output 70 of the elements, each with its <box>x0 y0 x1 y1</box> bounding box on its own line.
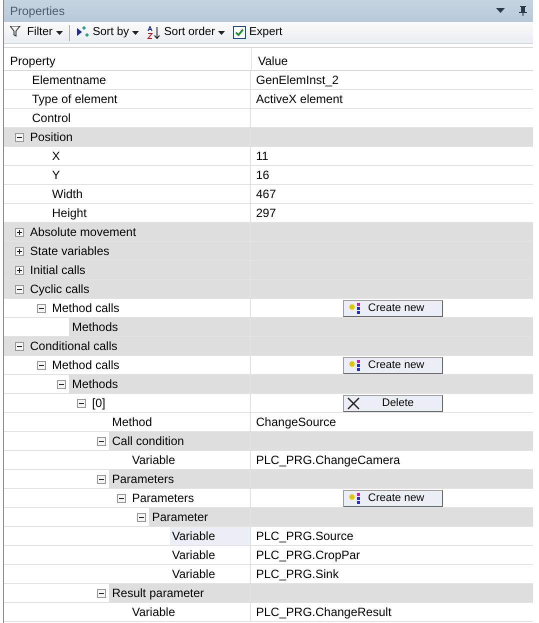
property-label[interactable]: Elementname <box>30 71 108 89</box>
dropdown-icon[interactable] <box>496 8 505 14</box>
property-value[interactable]: GenElemInst_2 <box>254 71 341 89</box>
property-label[interactable]: Y <box>50 166 62 184</box>
filter-button[interactable]: Filter <box>8 24 65 42</box>
pin-icon[interactable] <box>519 6 527 16</box>
expert-checkbox[interactable]: Expert <box>231 24 284 42</box>
expander-icon[interactable] <box>117 494 126 502</box>
sort-button[interactable]: Sort order <box>145 24 228 42</box>
expander-icon[interactable] <box>57 380 66 388</box>
sort-order-icon <box>147 26 161 39</box>
column-header[interactable]: Property <box>4 48 252 70</box>
property-label[interactable]: Variable <box>130 451 178 469</box>
create-icon <box>347 358 360 372</box>
property-value[interactable]: 16 <box>254 166 272 184</box>
expander-icon[interactable] <box>15 342 24 350</box>
expander-icon[interactable] <box>15 246 24 256</box>
sort-button[interactable]: Sort by <box>74 24 141 42</box>
expander-icon[interactable] <box>97 474 106 484</box>
expander-icon[interactable] <box>37 304 46 312</box>
property-value[interactable]: 467 <box>254 185 278 203</box>
property-label[interactable]: Height <box>50 204 89 222</box>
expander-icon[interactable] <box>15 284 24 294</box>
group-label[interactable]: Absolute movement <box>28 223 138 241</box>
expander-icon[interactable] <box>15 266 24 274</box>
property-value[interactable]: PLC_PRG.Source <box>254 527 356 545</box>
group-label[interactable]: Position <box>28 128 75 146</box>
property-label[interactable]: Method calls <box>50 299 122 317</box>
property-value[interactable]: PLC_PRG.CropPar <box>254 546 362 564</box>
expander-icon[interactable] <box>77 398 86 408</box>
property-value[interactable]: PLC_PRG.Sink <box>254 565 341 583</box>
expander-icon[interactable] <box>15 132 24 142</box>
property-label[interactable]: X <box>50 147 62 165</box>
expander-icon[interactable] <box>97 436 106 446</box>
property-label[interactable]: Method <box>110 413 154 431</box>
delete-button[interactable]: Delete <box>343 394 443 412</box>
create-button[interactable]: Create new <box>343 356 443 374</box>
expander-icon[interactable] <box>15 228 24 236</box>
property-value[interactable]: ActiveX element <box>254 90 345 108</box>
create-button[interactable]: Create new <box>343 490 443 506</box>
create-icon <box>347 302 360 314</box>
panel-title: Properties <box>10 3 66 20</box>
create-icon <box>347 492 360 504</box>
expander-icon[interactable] <box>97 588 106 598</box>
property-value[interactable]: 297 <box>254 204 278 222</box>
column-header[interactable]: Value <box>252 48 533 70</box>
property-label[interactable]: Variable <box>170 546 218 564</box>
property-label[interactable]: Variable <box>130 603 178 621</box>
property-value[interactable]: PLC_PRG.ChangeResult <box>254 603 394 621</box>
property-label[interactable]: [0] <box>90 394 108 412</box>
property-value[interactable]: 11 <box>254 147 270 165</box>
checkbox-icon[interactable] <box>233 26 246 39</box>
property-label[interactable]: Variable <box>170 565 218 583</box>
group-label[interactable]: Initial calls <box>28 261 88 279</box>
property-value[interactable]: ChangeSource <box>254 413 338 431</box>
expander-icon[interactable] <box>137 512 146 522</box>
property-value[interactable]: PLC_PRG.ChangeCamera <box>254 451 402 469</box>
create-button[interactable]: Create new <box>343 300 443 316</box>
property-label[interactable]: Parameters <box>130 489 196 507</box>
expander-icon[interactable] <box>37 360 46 370</box>
property-label[interactable]: Method calls <box>50 356 122 374</box>
property-label[interactable]: Control <box>30 109 73 127</box>
property-label[interactable]: Width <box>50 185 85 203</box>
group-label[interactable]: State variables <box>28 242 112 260</box>
group-label[interactable]: Cyclic calls <box>28 280 92 298</box>
property-label[interactable]: Variable <box>170 527 250 545</box>
delete-icon <box>347 396 360 410</box>
sort-icon <box>76 26 90 39</box>
group-label[interactable]: Conditional calls <box>28 337 120 355</box>
property-label[interactable]: Type of element <box>30 90 120 108</box>
